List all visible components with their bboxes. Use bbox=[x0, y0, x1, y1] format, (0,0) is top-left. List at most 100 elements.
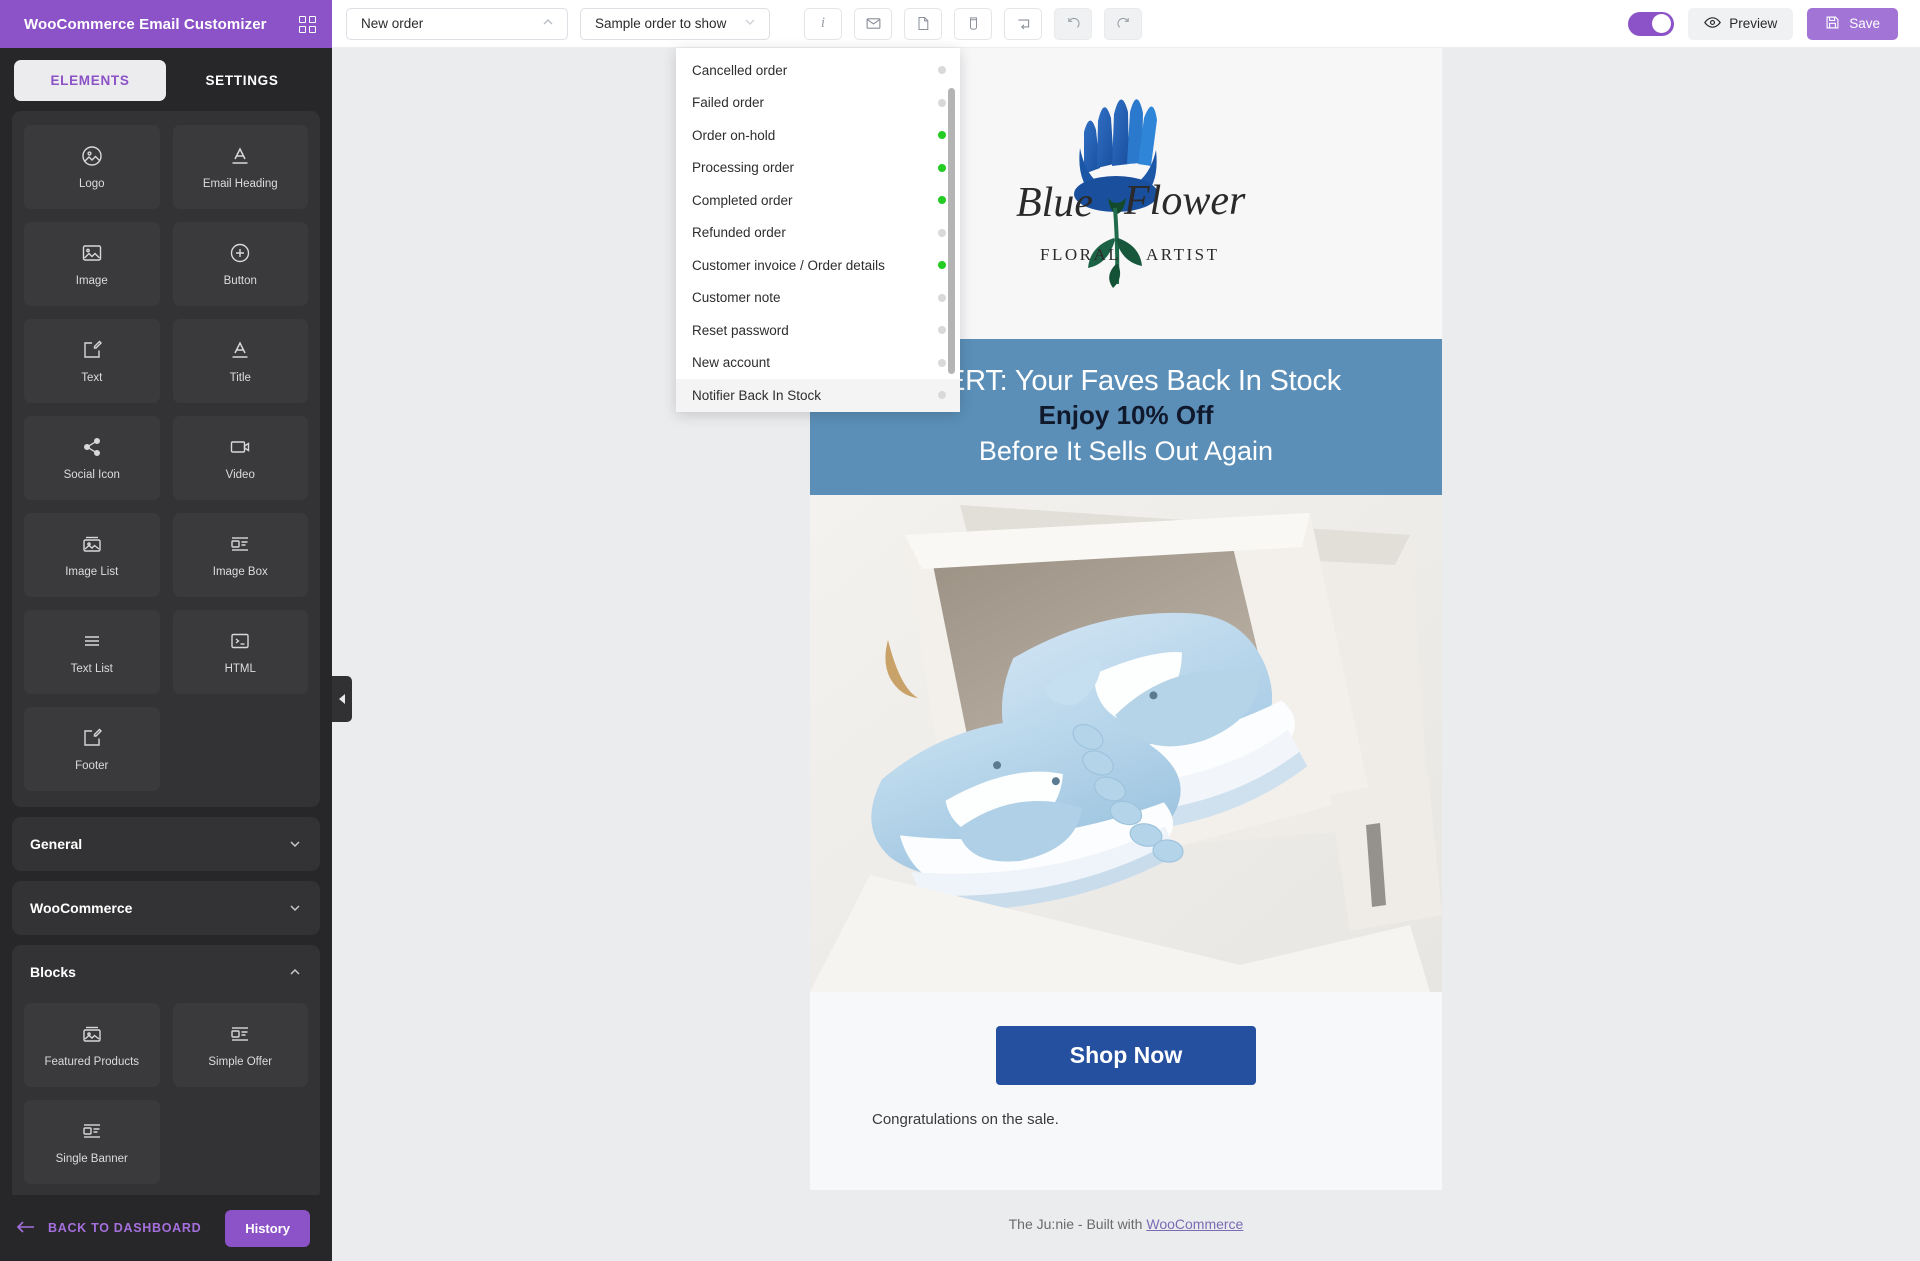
footer-icon bbox=[80, 726, 104, 750]
element-image-list[interactable]: Image List bbox=[24, 513, 160, 597]
element-label: Email Heading bbox=[202, 178, 278, 190]
video-icon bbox=[228, 435, 252, 459]
preview-canvas: Blue Flower FLORAL ARTIST ALERT: Your Fa… bbox=[332, 48, 1920, 1261]
dropdown-item-customer-note[interactable]: Customer note bbox=[676, 282, 960, 315]
sidebar-tabs: ELEMENTS SETTINGS bbox=[0, 48, 332, 111]
save-button[interactable]: Save bbox=[1807, 7, 1898, 40]
status-dot bbox=[938, 293, 946, 302]
status-dot bbox=[938, 163, 946, 172]
sneaker-photo-svg bbox=[810, 494, 1442, 992]
element-footer[interactable]: Footer bbox=[24, 707, 160, 791]
app-title: WooCommerce Email Customizer bbox=[24, 15, 267, 33]
woocommerce-link[interactable]: WooCommerce bbox=[1146, 1216, 1243, 1232]
accordion-blocks[interactable]: Blocks Featured Products Simple Offer Si… bbox=[12, 945, 320, 1195]
status-dot bbox=[938, 261, 946, 270]
dropdown-item-failed-order[interactable]: Failed order bbox=[676, 87, 960, 120]
eye-icon bbox=[1704, 16, 1722, 32]
chevron-down-icon bbox=[288, 901, 302, 915]
element-image-box[interactable]: Image Box bbox=[172, 513, 308, 597]
preview-button[interactable]: Preview bbox=[1688, 7, 1794, 40]
reset-layout-icon[interactable] bbox=[1004, 7, 1042, 40]
redo-icon[interactable] bbox=[1104, 7, 1142, 40]
accordion-woocommerce-header[interactable]: WooCommerce bbox=[12, 881, 320, 935]
element-text-list[interactable]: Text List bbox=[24, 610, 160, 694]
main-area: New order Sample order to show i Preview… bbox=[332, 0, 1920, 1261]
dropdown-item-completed-order[interactable]: Completed order bbox=[676, 184, 960, 217]
dropdown-item-order-on-hold[interactable]: Order on-hold bbox=[676, 119, 960, 152]
info-icon[interactable]: i bbox=[804, 7, 842, 40]
block-single-banner[interactable]: Single Banner bbox=[24, 1100, 160, 1184]
email-cta-section[interactable]: Shop Now Congratulations on the sale. bbox=[810, 991, 1442, 1148]
dropdown-item-refunded-order[interactable]: Refunded order bbox=[676, 217, 960, 250]
email-type-select[interactable]: New order bbox=[346, 7, 568, 40]
item-label: Failed order bbox=[692, 95, 765, 111]
element-title[interactable]: Title bbox=[172, 319, 308, 403]
chevron-up-icon bbox=[288, 965, 302, 979]
tab-elements[interactable]: ELEMENTS bbox=[14, 60, 166, 101]
status-dot bbox=[938, 131, 946, 140]
grid-icon[interactable] bbox=[299, 15, 316, 33]
block-simple-offer[interactable]: Simple Offer bbox=[172, 1003, 308, 1087]
accordion-woocommerce[interactable]: WooCommerce bbox=[12, 881, 320, 935]
status-dot bbox=[938, 391, 946, 400]
save-label: Save bbox=[1849, 16, 1880, 31]
banner-line-3: Before It Sells Out Again bbox=[978, 435, 1274, 466]
element-label: Title bbox=[229, 372, 251, 384]
accordion-label: Blocks bbox=[30, 964, 76, 980]
element-logo[interactable]: Logo bbox=[24, 125, 160, 209]
dropdown-item-customer-invoice[interactable]: Customer invoice / Order details bbox=[676, 249, 960, 282]
accordion-blocks-header[interactable]: Blocks bbox=[12, 945, 320, 999]
element-label: Button bbox=[223, 275, 257, 287]
element-button[interactable]: Button bbox=[172, 222, 308, 306]
element-label: Social Icon bbox=[63, 469, 120, 481]
sample-order-value: Sample order to show bbox=[595, 16, 727, 31]
text-icon bbox=[80, 338, 104, 362]
element-email-heading[interactable]: Email Heading bbox=[172, 125, 308, 209]
dropdown-item-notifier-back-in-stock[interactable]: Notifier Back In Stock bbox=[676, 379, 960, 412]
back-to-dashboard-link[interactable]: BACK TO DASHBOARD bbox=[16, 1220, 201, 1237]
dropdown-item-new-account[interactable]: New account bbox=[676, 347, 960, 380]
email-hero-image[interactable] bbox=[810, 494, 1442, 992]
undo-icon[interactable] bbox=[1054, 7, 1092, 40]
element-html[interactable]: HTML bbox=[172, 610, 308, 694]
dropdown-item-cancelled-order[interactable]: Cancelled order bbox=[676, 54, 960, 87]
item-label: Reset password bbox=[692, 322, 789, 338]
preview-label: Preview bbox=[1729, 16, 1778, 31]
dropdown-item-reset-password[interactable]: Reset password bbox=[676, 314, 960, 347]
sidebar-footer: BACK TO DASHBOARD History bbox=[0, 1195, 332, 1261]
tab-settings[interactable]: SETTINGS bbox=[166, 60, 318, 101]
element-label: Text bbox=[81, 372, 103, 384]
envelope-icon[interactable] bbox=[854, 7, 892, 40]
email-body-text: Congratulations on the sale. bbox=[872, 1110, 1059, 1128]
image-box-icon bbox=[228, 1022, 252, 1046]
item-label: Order on-hold bbox=[692, 127, 776, 143]
element-label: Footer bbox=[75, 760, 109, 772]
chevron-down-icon bbox=[743, 15, 757, 32]
accordion-general-header[interactable]: General bbox=[12, 817, 320, 871]
block-label: Single Banner bbox=[55, 1153, 128, 1165]
item-label: New account bbox=[692, 355, 771, 371]
element-image[interactable]: Image bbox=[24, 222, 160, 306]
mobile-preview-icon[interactable] bbox=[954, 7, 992, 40]
history-button[interactable]: History bbox=[225, 1209, 310, 1247]
dropdown-item-processing-order[interactable]: Processing order bbox=[676, 152, 960, 185]
collapse-sidebar-handle[interactable] bbox=[332, 676, 352, 722]
block-featured-products[interactable]: Featured Products bbox=[24, 1003, 160, 1087]
html-icon bbox=[228, 629, 252, 653]
shop-now-button[interactable]: Shop Now bbox=[995, 1025, 1257, 1085]
dropdown-scrollbar[interactable] bbox=[948, 88, 955, 374]
item-label: Customer note bbox=[692, 290, 781, 306]
left-sidebar: WooCommerce Email Customizer ELEMENTS SE… bbox=[0, 0, 332, 1261]
element-social-icon[interactable]: Social Icon bbox=[24, 416, 160, 500]
element-label: Text List bbox=[70, 663, 113, 675]
sidebar-scroll-area: Logo Email Heading Image Button Text Tit… bbox=[0, 111, 332, 1195]
sample-order-select[interactable]: Sample order to show bbox=[580, 7, 770, 40]
element-video[interactable]: Video bbox=[172, 416, 308, 500]
element-text[interactable]: Text bbox=[24, 319, 160, 403]
status-dot bbox=[938, 228, 946, 237]
elements-grid: Logo Email Heading Image Button Text Tit… bbox=[24, 125, 308, 791]
dark-mode-toggle[interactable] bbox=[1628, 11, 1675, 36]
accordion-general[interactable]: General bbox=[12, 817, 320, 871]
document-icon[interactable] bbox=[904, 7, 942, 40]
back-label: BACK TO DASHBOARD bbox=[48, 1221, 202, 1235]
